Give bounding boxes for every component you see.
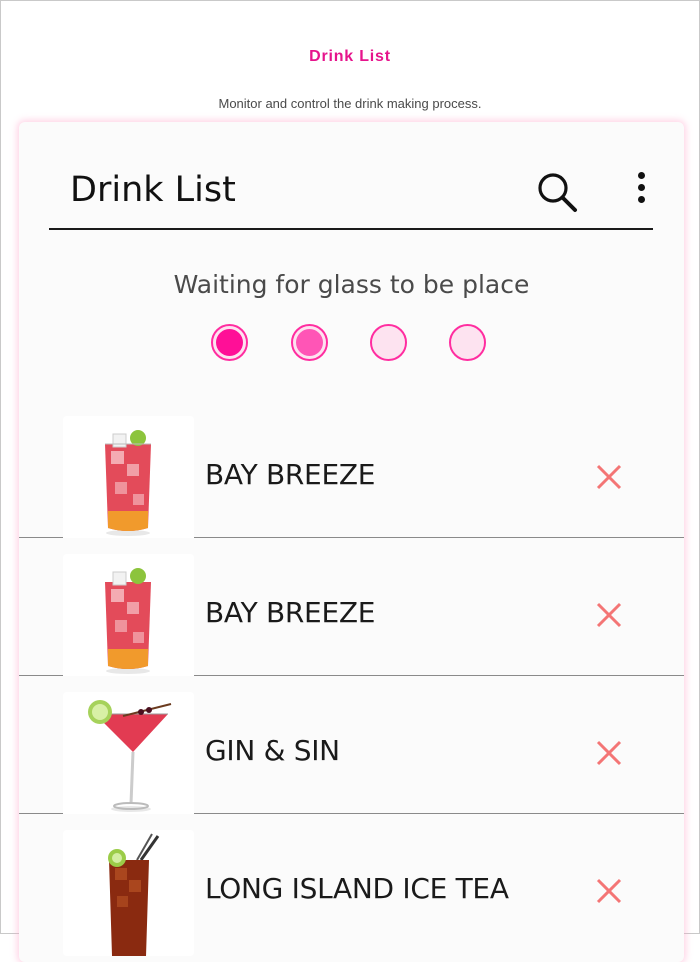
drink-name: BAY BREEZE xyxy=(205,458,376,491)
progress-step-2 xyxy=(291,324,328,361)
drink-image-iced-tea xyxy=(63,830,194,956)
progress-steps xyxy=(19,324,684,368)
close-icon[interactable] xyxy=(595,463,623,491)
close-icon[interactable] xyxy=(595,601,623,629)
list-item[interactable]: GIN & SIN xyxy=(19,676,684,818)
list-item[interactable]: LONG ISLAND ICE TEA xyxy=(19,814,684,956)
close-icon[interactable] xyxy=(595,739,623,767)
close-icon[interactable] xyxy=(595,877,623,905)
progress-step-1 xyxy=(211,324,248,361)
search-icon[interactable] xyxy=(535,170,579,214)
drink-list-panel: Drink List Waiting for glass to be place xyxy=(19,122,684,962)
panel-header: Drink List xyxy=(49,122,653,230)
more-vertical-icon[interactable] xyxy=(636,172,646,208)
drink-list: BAY BREEZE BAY BREEZE GIN & SIN LONG ISL… xyxy=(19,400,684,956)
list-item[interactable]: BAY BREEZE xyxy=(19,400,684,542)
list-item[interactable]: BAY BREEZE xyxy=(19,538,684,680)
page-subtitle: Monitor and control the drink making pro… xyxy=(218,96,482,111)
drink-name: LONG ISLAND ICE TEA xyxy=(205,872,509,905)
drink-image-highball xyxy=(63,554,194,680)
panel-title: Drink List xyxy=(70,170,236,210)
drink-name: BAY BREEZE xyxy=(205,596,376,629)
drink-image-martini xyxy=(63,692,194,818)
status-text: Waiting for glass to be place xyxy=(173,270,530,299)
drink-image-highball xyxy=(63,416,194,542)
page-title: Drink List xyxy=(309,48,391,65)
progress-step-3 xyxy=(370,324,407,361)
drink-name: GIN & SIN xyxy=(205,734,340,767)
progress-step-4 xyxy=(449,324,486,361)
